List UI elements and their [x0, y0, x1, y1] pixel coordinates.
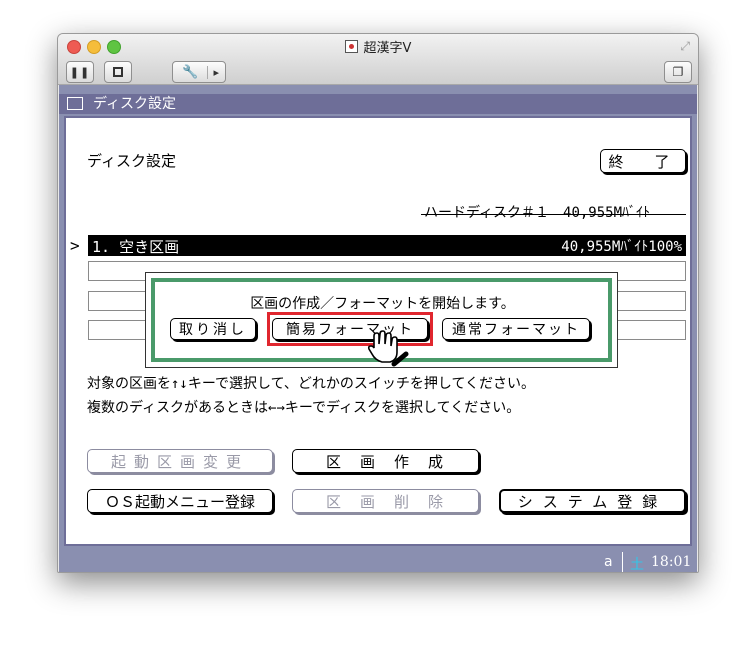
app-window-header: ディスク設定 — [59, 94, 697, 114]
partition-label: 1. 空き区画 — [92, 238, 180, 256]
partition-row-selected[interactable]: 1. 空き区画 40,955Mﾊﾞｲﾄ100% — [88, 235, 686, 256]
selection-marker: > — [70, 236, 80, 255]
instruction-line-2: 複数のディスクがあるときは←→キーでディスクを選択してください。 — [87, 400, 521, 416]
settings-button[interactable]: 🔧 ▸ — [172, 61, 226, 83]
system-register-button[interactable]: システム登録 — [499, 489, 686, 513]
normal-format-button[interactable]: 通常フォーマット — [442, 318, 590, 340]
title-bar: 超漢字V ⤢ ❚❚ 🔧 ▸ ❐ — [58, 34, 698, 85]
emulator-window: 超漢字V ⤢ ❚❚ 🔧 ▸ ❐ ディスク設定 ディスク設定 終 了 ハードディス… — [57, 33, 699, 573]
cancel-button[interactable]: 取り消し — [170, 318, 256, 340]
screen-icon — [113, 67, 123, 77]
guest-screen: ディスク設定 ディスク設定 終 了 ハードディスク＃１ 40,955Mﾊﾞｲﾄ … — [59, 85, 697, 572]
os-boot-menu-register-button[interactable]: ＯＳ起動メニュー登録 — [87, 489, 273, 513]
status-divider — [622, 552, 623, 572]
window-title: 超漢字V — [58, 37, 698, 56]
delete-partition-button[interactable]: 区 画 削 除 — [292, 489, 479, 513]
pause-button[interactable]: ❚❚ — [66, 61, 94, 83]
window-icon: ❐ — [672, 65, 684, 79]
hand-cursor-icon — [367, 330, 409, 367]
fullscreen-arrows-icon[interactable]: ⤢ — [680, 39, 690, 54]
disk-label: ハードディスク＃１ 40,955Mﾊﾞｲﾄ — [424, 205, 651, 221]
boot-partition-change-button[interactable]: 起動区画変更 — [87, 449, 273, 473]
pause-icon: ❚❚ — [69, 65, 91, 79]
create-partition-button[interactable]: 区 画 作 成 — [292, 449, 479, 473]
format-confirm-popup: 区画の作成／フォーマットを開始します。 取り消し 簡易フォーマット 通常フォーマ… — [145, 272, 618, 368]
section-title: ディスク設定 — [87, 152, 176, 170]
app-window-title: ディスク設定 — [93, 96, 177, 112]
window-title-text: 超漢字V — [363, 41, 412, 56]
chevron-right-icon: ▸ — [207, 65, 219, 79]
app-icon — [344, 40, 358, 53]
screen-button[interactable] — [104, 61, 132, 83]
window-icon — [67, 97, 83, 110]
status-bar: a 土 18:01 — [59, 552, 697, 572]
input-mode-indicator[interactable]: a — [604, 554, 613, 570]
partition-info: 40,955Mﾊﾞｲﾄ100% — [561, 239, 682, 255]
quit-button[interactable]: 終 了 — [600, 149, 686, 173]
clock: 18:01 — [651, 554, 692, 570]
wrench-icon: 🔧 — [182, 64, 199, 80]
disk-settings-dialog: ディスク設定 終 了 ハードディスク＃１ 40,955Mﾊﾞｲﾄ > 1. 空き… — [64, 116, 692, 546]
popup-message: 区画の作成／フォーマットを開始します。 — [250, 296, 515, 312]
window-toggle-button[interactable]: ❐ — [664, 61, 692, 83]
day-indicator: 土 — [630, 557, 644, 573]
instruction-line-1: 対象の区画を↑↓キーで選択して、どれかのスイッチを押してください。 — [87, 376, 536, 392]
